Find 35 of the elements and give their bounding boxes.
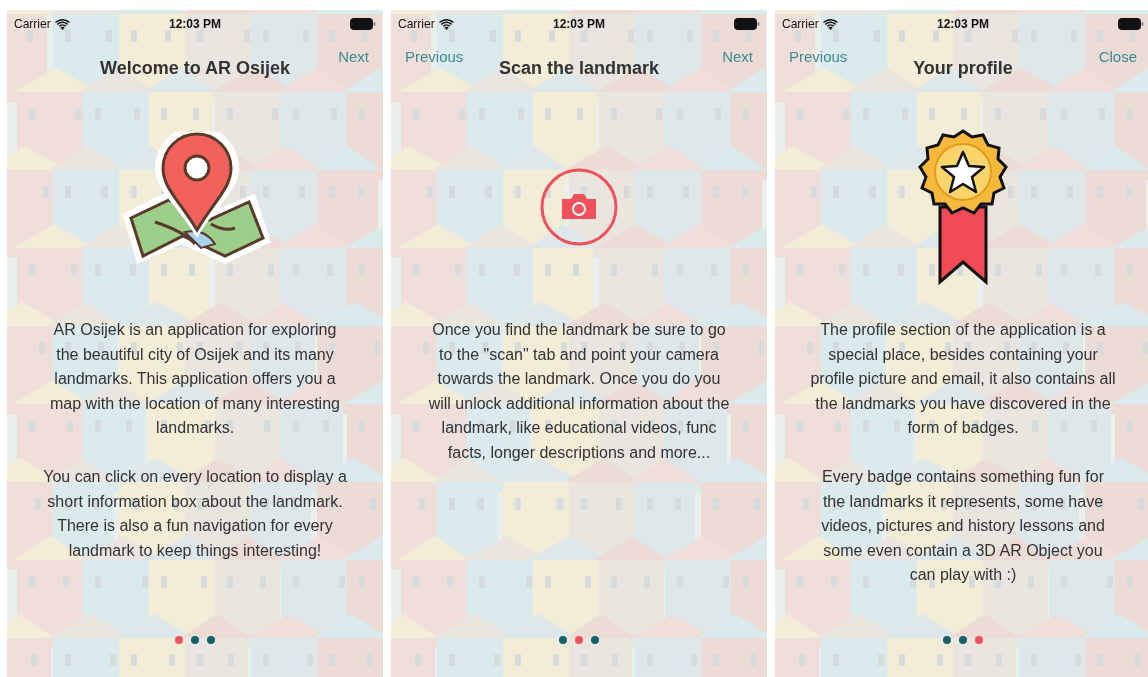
page-indicator-dot[interactable] (943, 636, 951, 644)
battery-icon (734, 18, 760, 30)
previous-button[interactable]: Previous (405, 48, 464, 65)
page-indicator-dot[interactable] (207, 636, 215, 644)
carrier-label: Carrier (782, 17, 819, 31)
next-button[interactable]: Next (338, 48, 369, 65)
page-indicator-dot[interactable] (191, 636, 199, 644)
page-indicator-dot[interactable] (591, 636, 599, 644)
status-time: 12:03 PM (937, 17, 989, 31)
next-button[interactable]: Next (722, 48, 753, 65)
status-time: 12:03 PM (553, 17, 605, 31)
previous-button[interactable]: Previous (789, 48, 848, 65)
screen-title: Scan the landmark (497, 58, 661, 79)
carrier-label: Carrier (14, 17, 51, 31)
wifi-icon (54, 18, 70, 30)
camera-icon (539, 167, 619, 247)
description-paragraph: The profile section of the application is a special place, besides containing your profile picture and email, it also contains all the landmarks you have discovered in the form of badges. (809, 320, 1117, 439)
next-button[interactable]: Close (1098, 48, 1137, 65)
battery-icon (1118, 18, 1144, 30)
screen-title: Welcome to AR Osijek (99, 58, 291, 79)
page-indicator-dot[interactable] (959, 636, 967, 644)
carrier-label: Carrier (398, 17, 435, 31)
page-indicator-dot[interactable] (175, 636, 183, 644)
wifi-icon (438, 18, 454, 30)
description-paragraph: Once you find the landmark be sure to go to the "scan" tab and point your camera towards the landmark. Once you do you will unlock additional information about the landmark, like educational videos, func facts, longer descriptions and more... (427, 320, 731, 463)
status-time: 12:03 PM (169, 17, 221, 31)
page-indicator-dot[interactable] (975, 636, 983, 644)
page-indicator-dot[interactable] (559, 636, 567, 644)
battery-icon (350, 18, 376, 30)
description-paragraph: AR Osijek is an application for exploring the beautiful city of Osijek and its many landmarks. This application offers you a map with the location of many interesting landmarks. (49, 320, 341, 439)
wifi-icon (822, 18, 838, 30)
screen-title: Your profile (912, 58, 1014, 79)
description-paragraph: Every badge contains something fun for the landmarks it represents, some have videos, pictures and history lessons and some even contain a 3D AR Object you can play with :) (820, 466, 1106, 586)
page-indicator-dot[interactable] (575, 636, 583, 644)
description-paragraph: You can click on every location to display a short information box about the landmark. There is also a fun navigation for every landmark to keep things interesting! (42, 466, 348, 561)
